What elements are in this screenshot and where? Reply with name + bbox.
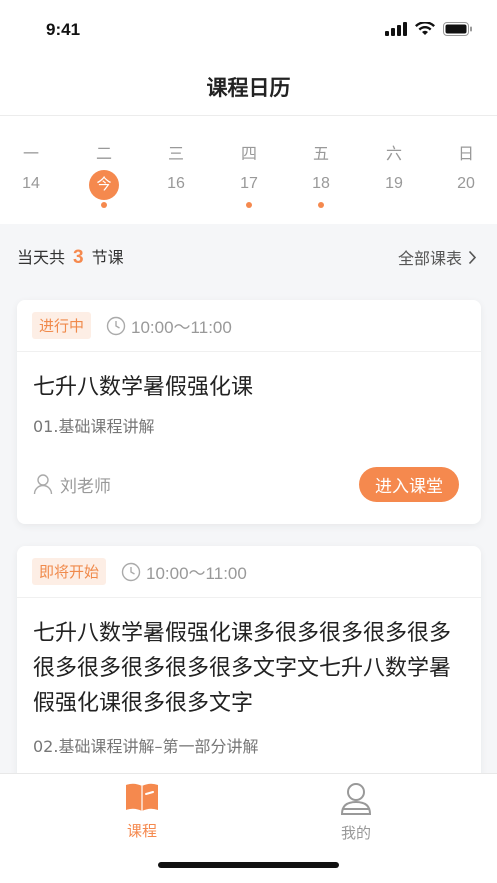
- course-card[interactable]: 即将开始 10:00～11:00 七升八数学暑假强化课多很多很多很多很多很多很多…: [17, 546, 481, 806]
- status-icons: [385, 22, 473, 36]
- card-footer: 刘老师 进入课堂: [33, 466, 459, 502]
- teacher-info: 刘老师: [33, 472, 111, 497]
- tab-mine[interactable]: 我的: [296, 782, 416, 843]
- status-time: 9:41: [46, 20, 81, 39]
- calendar-day-sat[interactable]: 六 19: [364, 116, 424, 224]
- calendar-day-fri[interactable]: 五 18: [291, 116, 351, 224]
- class-indicator-dot: [101, 202, 107, 208]
- card-header: 进行中 10:00～11:00: [17, 300, 481, 352]
- weekday-label: 三: [167, 144, 184, 163]
- weekday-label: 一: [22, 144, 39, 163]
- time-range: 10:00～11:00: [146, 564, 247, 583]
- class-count: 3: [73, 247, 84, 268]
- time-range: 10:00～11:00: [131, 318, 232, 337]
- page-title: 课程日历: [206, 75, 291, 100]
- weekday-label: 日: [457, 144, 474, 163]
- status-bar: 9:41: [0, 0, 497, 58]
- chevron-right-icon: [468, 250, 477, 264]
- book-icon: [126, 783, 158, 811]
- signal-icon: [385, 22, 407, 36]
- date-label: 16: [167, 175, 185, 192]
- calendar-day-thu[interactable]: 四 17: [219, 116, 279, 224]
- calendar-day-tue[interactable]: 二 今: [74, 116, 134, 224]
- nav-bar: 课程日历: [0, 58, 497, 116]
- course-time: 10:00～11:00: [106, 313, 232, 338]
- weekday-label: 五: [312, 144, 329, 163]
- status-badge: 即将开始: [32, 558, 107, 585]
- date-label: 19: [385, 175, 403, 192]
- lesson-name: 01.基础课程讲解: [33, 417, 155, 436]
- weekday-label: 四: [240, 144, 257, 163]
- enter-classroom-button[interactable]: 进入课堂: [359, 466, 459, 502]
- week-calendar: 一 14 二 今 三 16 四 17 五 18 六 19 日 20: [0, 116, 497, 224]
- weekday-label: 六: [385, 144, 402, 163]
- course-title: 七升八数学暑假强化课: [33, 375, 254, 400]
- calendar-day-sun[interactable]: 日 20: [436, 116, 496, 224]
- wifi-icon: [415, 22, 435, 35]
- all-schedule-link[interactable]: 全部课表: [398, 245, 477, 269]
- person-icon: [33, 474, 53, 495]
- tab-courses-label: 课程: [126, 822, 157, 840]
- user-icon: [340, 783, 372, 815]
- clock-icon: [106, 316, 126, 335]
- summary-bar: 当天共 3 节课 全部课表: [0, 224, 497, 286]
- course-title: 七升八数学暑假强化课多很多很多很多很多很多很多很多很多很多文字文七升八数学暑假强…: [33, 621, 452, 716]
- summary-suffix: 节课: [91, 248, 124, 267]
- course-time: 10:00～11:00: [121, 559, 247, 584]
- calendar-day-wed[interactable]: 三 16: [146, 116, 206, 224]
- date-label: 14: [22, 175, 40, 192]
- course-card[interactable]: 进行中 10:00～11:00 七升八数学暑假强化课 01.基础课程讲解 刘老师…: [17, 300, 481, 524]
- status-badge: 进行中: [32, 312, 92, 339]
- calendar-day-mon[interactable]: 一 14: [1, 116, 61, 224]
- date-label: 17: [240, 175, 258, 192]
- class-indicator-dot: [246, 202, 252, 208]
- lesson-name: 02.基础课程讲解–第一部分讲解: [33, 737, 259, 756]
- summary-prefix: 当天共: [17, 248, 66, 267]
- battery-icon: [443, 22, 472, 36]
- class-count-summary: 当天共 3 节课: [17, 244, 124, 269]
- home-indicator: [158, 862, 339, 868]
- weekday-label: 二: [95, 144, 112, 163]
- clock-icon: [121, 562, 141, 581]
- today-date-label: 今: [89, 170, 119, 200]
- date-label: 20: [457, 175, 475, 192]
- card-header: 即将开始 10:00～11:00: [17, 546, 481, 598]
- tab-courses[interactable]: 课程: [82, 782, 202, 841]
- date-label: 18: [312, 175, 330, 192]
- all-schedule-label: 全部课表: [397, 249, 462, 268]
- teacher-name: 刘老师: [60, 476, 111, 497]
- class-indicator-dot: [318, 202, 324, 208]
- tab-mine-label: 我的: [340, 824, 371, 842]
